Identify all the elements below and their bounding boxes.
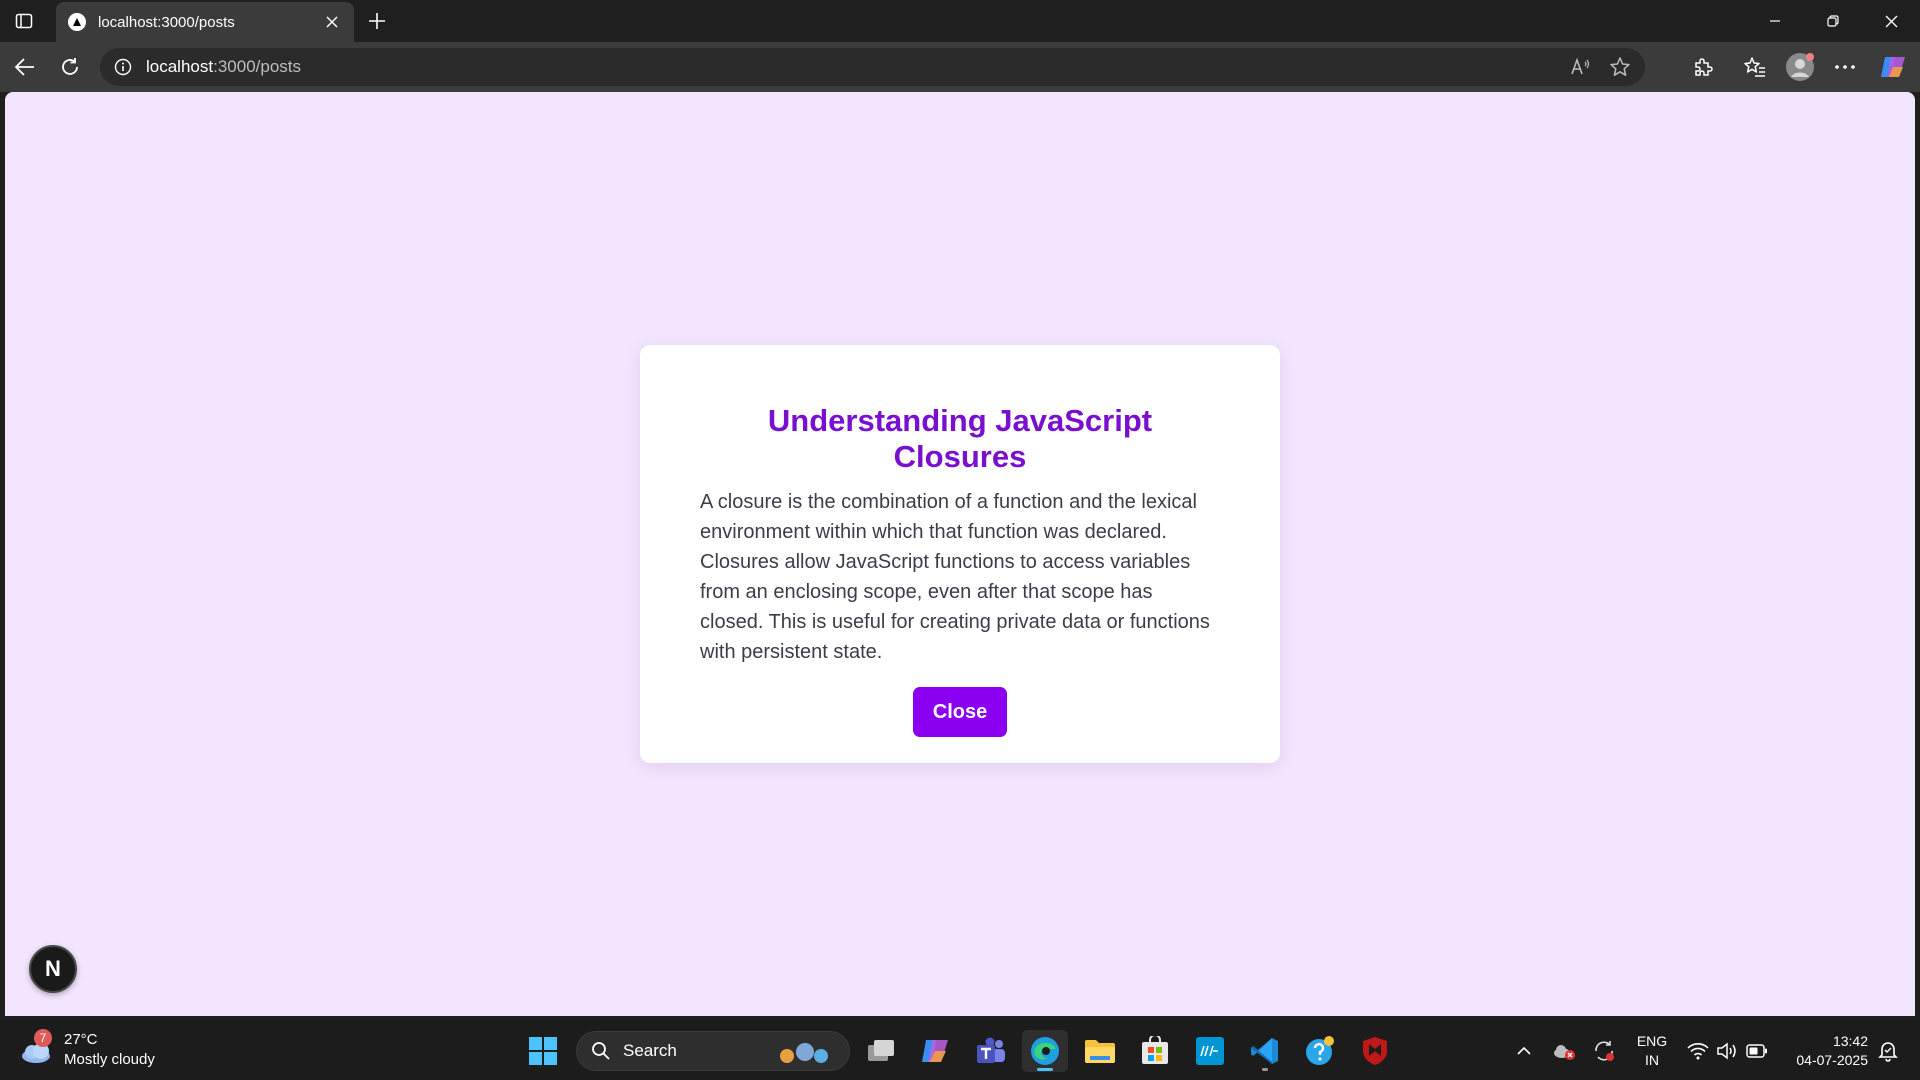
language-indicator[interactable]: ENG IN: [1630, 1032, 1674, 1070]
start-button[interactable]: [520, 1030, 566, 1072]
browser-tab[interactable]: localhost:3000/posts: [56, 2, 354, 42]
teams-icon: [977, 1037, 1005, 1063]
restore-button[interactable]: [1804, 0, 1862, 42]
vscode-icon: [1251, 1038, 1278, 1064]
running-app-indicator: [1262, 1068, 1268, 1071]
copilot-icon: [1881, 57, 1905, 77]
search-icon: [592, 1042, 610, 1060]
copilot-button[interactable]: [1876, 50, 1910, 84]
site-info-icon[interactable]: [114, 58, 132, 76]
url-text[interactable]: localhost:3000/posts: [146, 57, 1569, 77]
weather-condition-text: Mostly cloudy: [64, 1051, 155, 1068]
onedrive-status-button[interactable]: [1550, 1030, 1578, 1072]
tab-actions-button[interactable]: [8, 6, 40, 36]
modal-title: Understanding JavaScript Closures: [767, 403, 1153, 474]
region-code: IN: [1645, 1052, 1659, 1068]
edge-icon: [1031, 1037, 1059, 1065]
wifi-icon: [1687, 1043, 1709, 1060]
notifications-button[interactable]: [1874, 1030, 1902, 1072]
store-icon: [1142, 1036, 1168, 1064]
search-highlight-icon: [780, 1043, 828, 1063]
plus-icon: [369, 13, 385, 29]
task-view-icon: [868, 1040, 894, 1061]
language-code: ENG: [1636, 1033, 1668, 1049]
refresh-button[interactable]: [53, 50, 87, 84]
favorite-star-icon[interactable]: [1609, 56, 1631, 78]
windows-taskbar: 7 27°C Mostly cloudy Search ENG IN 13:42…: [0, 1020, 1920, 1080]
close-icon: [1885, 15, 1897, 27]
cloud-icon: 7: [20, 1029, 54, 1065]
post-modal: Understanding JavaScript Closures A clos…: [640, 345, 1280, 763]
task-view-button[interactable]: [858, 1030, 904, 1072]
page-viewport: Understanding JavaScript Closures A clos…: [5, 92, 1915, 1016]
read-aloud-icon[interactable]: [1569, 56, 1591, 78]
windows-logo-icon: [529, 1037, 557, 1065]
file-explorer-button[interactable]: [1077, 1030, 1123, 1072]
help-icon: [1306, 1036, 1334, 1065]
temperature-text: 27°C: [64, 1031, 98, 1048]
copilot-icon: [922, 1040, 948, 1062]
teams-button[interactable]: [967, 1030, 1013, 1072]
battery-button[interactable]: [1744, 1030, 1770, 1072]
more-menu-button[interactable]: [1828, 50, 1862, 84]
cloud-error-icon: [1554, 1045, 1575, 1060]
close-window-button[interactable]: [1862, 0, 1920, 42]
restore-icon: [1827, 15, 1839, 27]
active-app-indicator: [1037, 1068, 1053, 1071]
browser-title-bar: localhost:3000/posts: [0, 0, 1920, 42]
mcafee-shield-icon: [1363, 1037, 1387, 1065]
browser-toolbar: localhost:3000/posts: [0, 42, 1920, 92]
vscode-button[interactable]: [1242, 1030, 1288, 1072]
new-tab-button[interactable]: [362, 6, 392, 36]
taskbar-search[interactable]: Search: [576, 1031, 850, 1071]
myhp-icon: [1196, 1037, 1224, 1065]
notification-bell-icon: [1878, 1042, 1898, 1062]
get-help-button[interactable]: [1297, 1030, 1343, 1072]
back-button[interactable]: [8, 50, 42, 84]
avatar: [1786, 53, 1814, 81]
url-host: localhost: [146, 57, 214, 76]
clock-date: 04-07-2025: [1796, 1052, 1868, 1068]
chevron-up-icon: [1517, 1046, 1531, 1055]
favorites-button[interactable]: [1738, 50, 1772, 84]
wifi-button[interactable]: [1684, 1030, 1712, 1072]
clock-time: 13:42: [1832, 1033, 1868, 1049]
copilot-app-button[interactable]: [912, 1030, 958, 1072]
nextjs-dev-indicator[interactable]: N: [29, 945, 77, 993]
window-controls: [1746, 0, 1920, 42]
edge-button[interactable]: [1022, 1030, 1068, 1072]
url-path: :3000/posts: [213, 57, 302, 76]
show-hidden-icons-button[interactable]: [1512, 1030, 1536, 1072]
tab-close-icon[interactable]: [322, 12, 342, 32]
back-arrow-icon: [14, 58, 34, 76]
system-clock[interactable]: 13:42 04-07-2025: [1780, 1032, 1868, 1070]
close-button[interactable]: Close: [913, 687, 1007, 737]
nextjs-favicon-icon: [68, 13, 86, 31]
myhp-button[interactable]: [1187, 1030, 1233, 1072]
profile-button[interactable]: [1783, 50, 1817, 84]
sync-icon: [1595, 1041, 1614, 1061]
puzzle-icon: [1695, 58, 1713, 76]
search-label: Search: [623, 1041, 677, 1060]
modal-body: A closure is the combination of a functi…: [700, 491, 1210, 663]
tab-title: localhost:3000/posts: [98, 13, 235, 31]
favorites-list-icon: [1744, 57, 1765, 77]
mcafee-button[interactable]: [1352, 1030, 1398, 1072]
weather-alert-badge: 7: [34, 1029, 52, 1047]
minimize-button[interactable]: [1746, 0, 1804, 42]
address-bar[interactable]: localhost:3000/posts: [100, 48, 1645, 86]
refresh-icon: [62, 58, 78, 75]
tab-actions-icon: [15, 13, 33, 29]
volume-button[interactable]: [1714, 1030, 1740, 1072]
speaker-icon: [1717, 1042, 1736, 1060]
weather-widget[interactable]: 7 27°C Mostly cloudy: [20, 1028, 155, 1072]
extensions-button[interactable]: [1686, 50, 1720, 84]
battery-icon: [1746, 1044, 1767, 1058]
sync-status-button[interactable]: [1590, 1030, 1618, 1072]
more-dots-icon: [1835, 65, 1855, 69]
microsoft-store-button[interactable]: [1132, 1030, 1178, 1072]
folder-icon: [1085, 1040, 1115, 1063]
minimize-icon: [1770, 20, 1780, 22]
